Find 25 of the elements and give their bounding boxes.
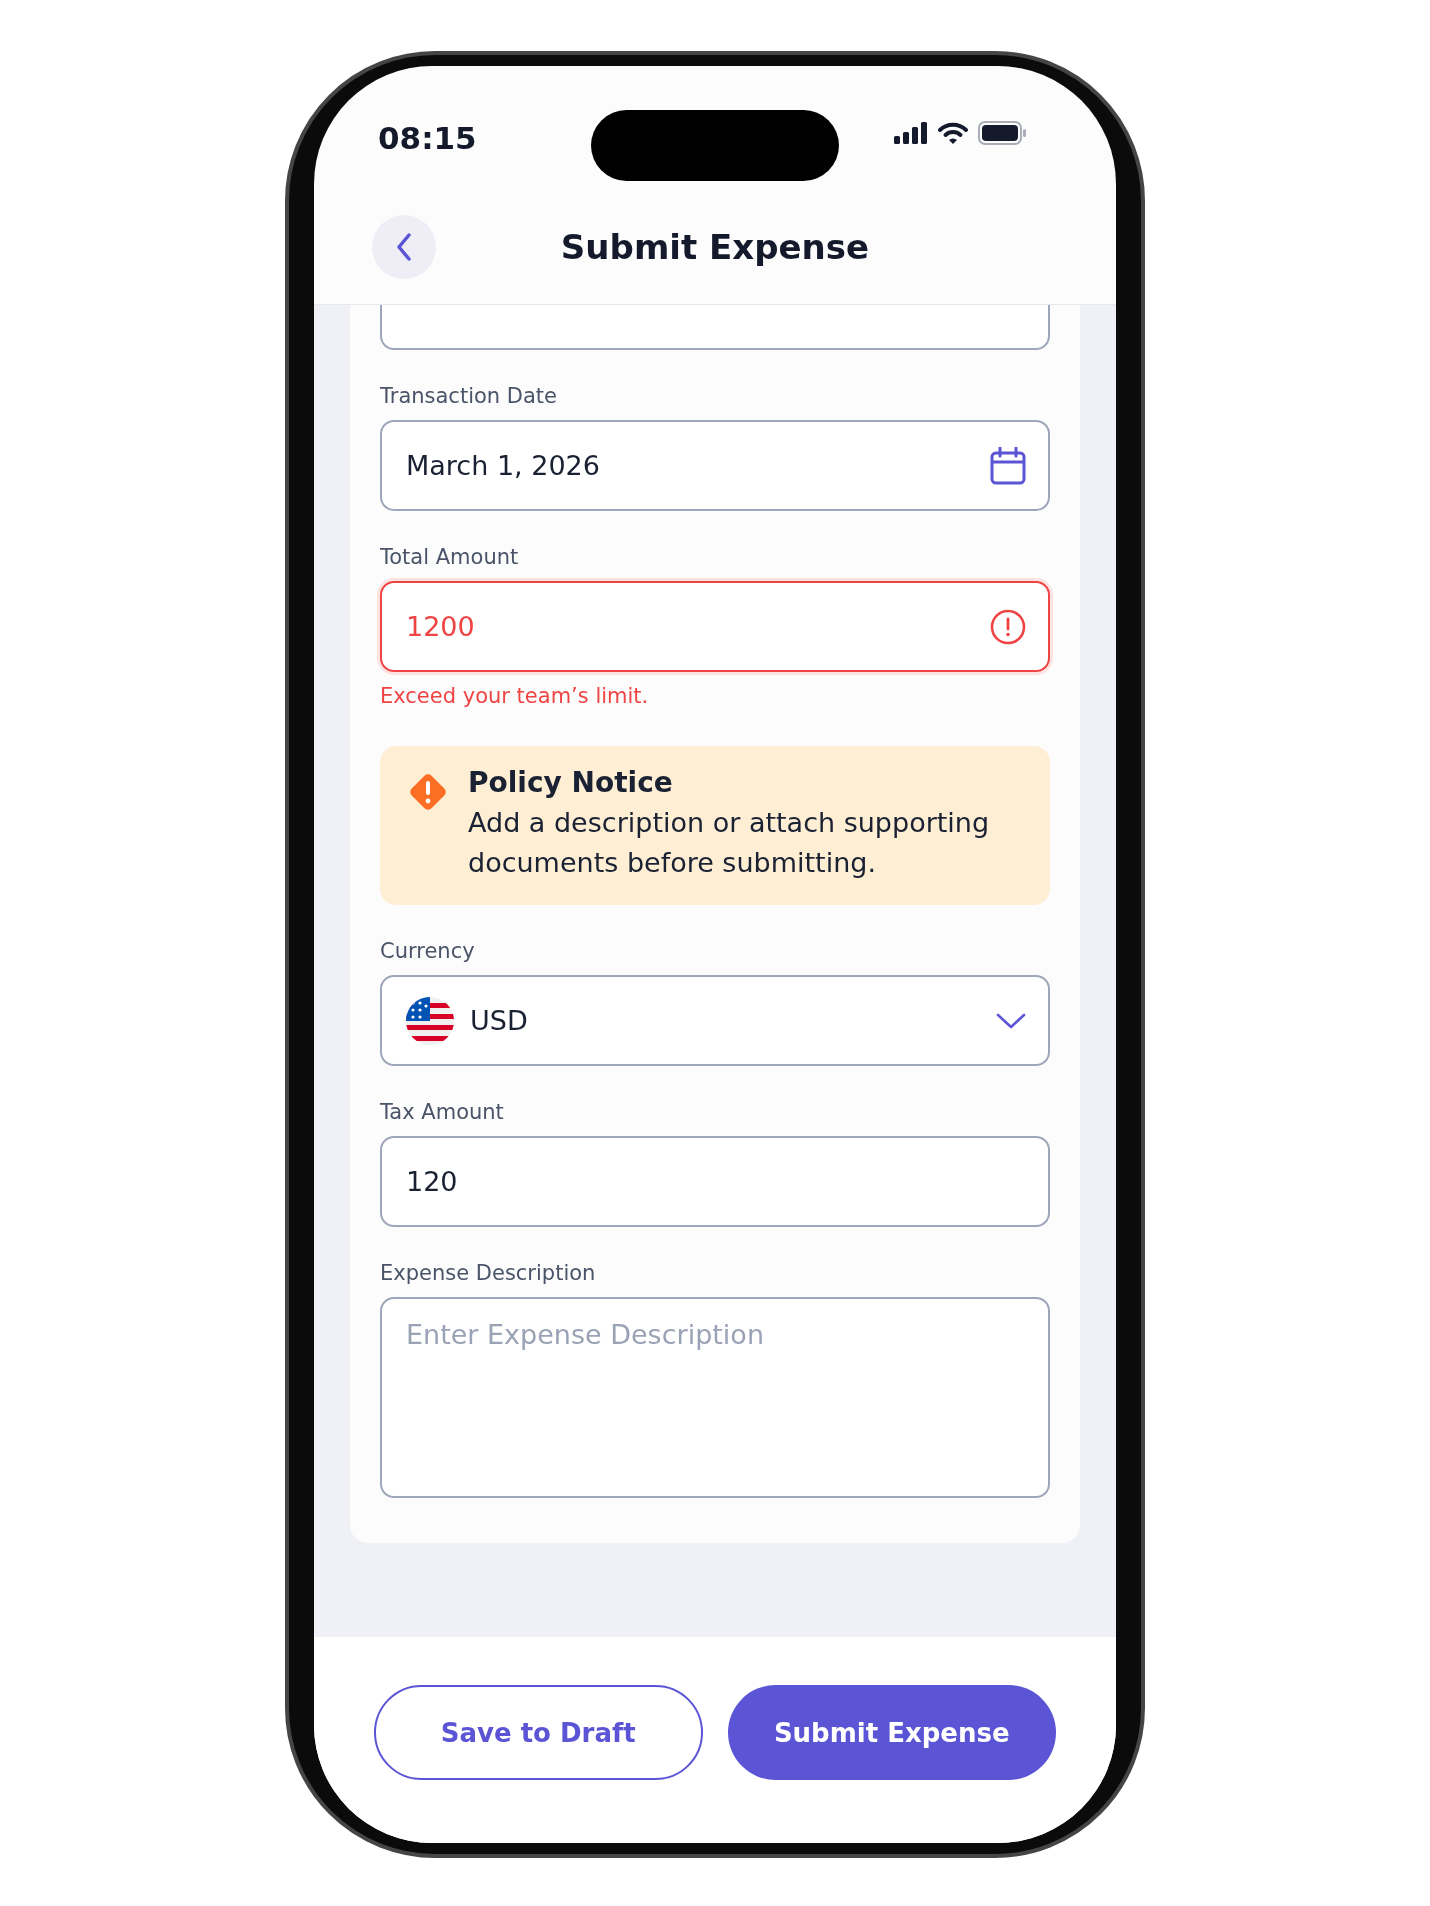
- field-label: Tax Amount: [380, 1100, 505, 1124]
- error-message: Exceed your team’s limit.: [380, 684, 650, 708]
- notice-title: Policy Notice: [468, 766, 674, 799]
- field-label: Currency: [380, 939, 476, 963]
- notice-text: Add a description or attach supporting documents before submitting.: [468, 806, 991, 880]
- chevron-down-icon: [996, 1012, 1026, 1029]
- battery-icon: [978, 120, 1026, 145]
- date-field[interactable]: March 1, 2026: [380, 420, 1050, 511]
- chevron-left-icon: [396, 233, 412, 261]
- description-field[interactable]: Enter Expense Description: [380, 1297, 1050, 1498]
- text-field[interactable]: 1200: [380, 581, 1050, 672]
- field-label: Transaction Date: [380, 384, 558, 408]
- field-label: Total Amount: [380, 545, 520, 569]
- currency-dropdown[interactable]: USD: [380, 975, 1050, 1066]
- wifi-icon: [938, 121, 968, 144]
- text-field[interactable]: 120: [380, 1136, 1050, 1227]
- save-draft-button[interactable]: Save to Draft: [374, 1685, 703, 1780]
- flag-icon: [406, 996, 454, 1045]
- screen-title: Submit Expense: [560, 226, 870, 267]
- alert-icon: [990, 608, 1026, 645]
- status-time: 08:15: [378, 119, 477, 156]
- calendar-icon: [990, 446, 1026, 485]
- submit-button[interactable]: Submit Expense: [727, 1685, 1056, 1780]
- field-label: Expense Description: [380, 1261, 597, 1285]
- signal-icon: [894, 121, 928, 144]
